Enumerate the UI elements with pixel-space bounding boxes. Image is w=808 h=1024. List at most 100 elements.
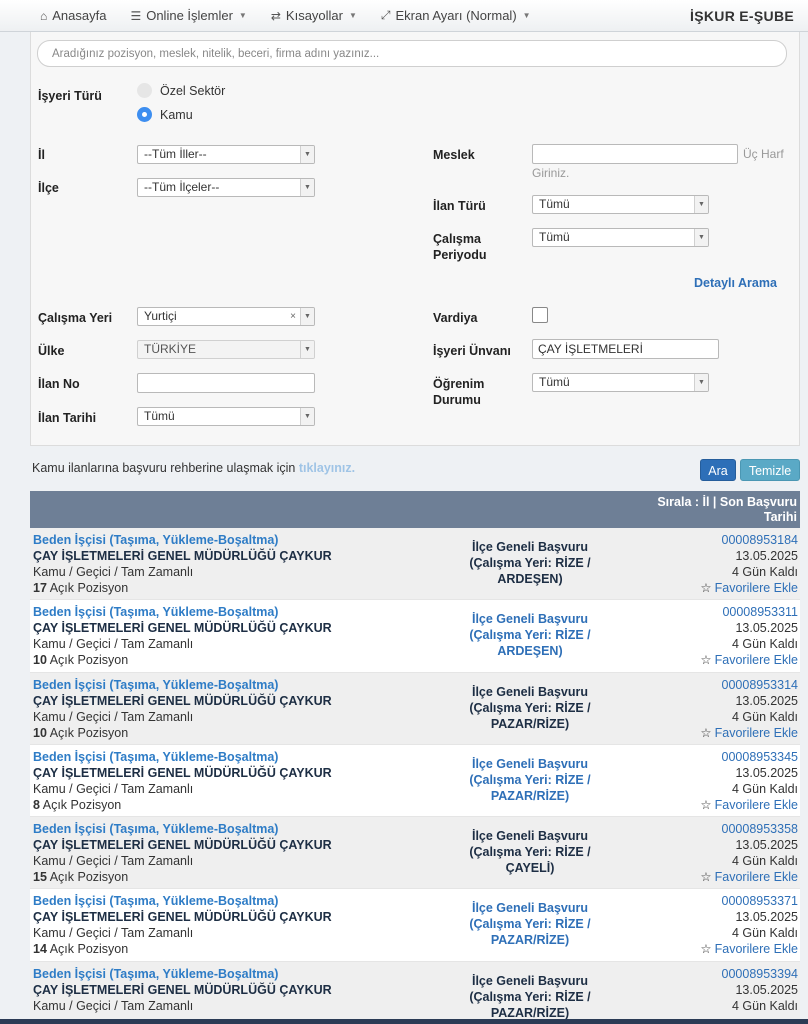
advanced-search-link[interactable]: Detaylı Arama [694,276,777,290]
country-value: TÜRKİYE [144,342,197,356]
nav-shortcuts[interactable]: ⇄ Kısayollar ▼ [259,0,369,32]
job-meta: Kamu / Geçici / Tam Zamanlı [33,854,194,869]
ad-number-link[interactable]: 00008953345 [700,749,798,765]
star-icon: ☆ [700,725,712,740]
country-select: TÜRKİYE ▼ [137,340,315,359]
add-favorite-link[interactable]: ☆ Favorilere Ekle [700,797,798,813]
nav-shortcuts-label: Kısayollar [285,8,343,23]
firm-name: ÇAY İŞLETMELERİ GENEL MÜDÜRLÜĞÜ ÇAYKUR [33,838,332,853]
ad-number-link[interactable]: 00008953184 [700,532,798,548]
home-icon: ⌂ [40,8,48,23]
results-list: Beden İşçisi (Taşıma, Yükleme-Boşaltma) … [30,528,800,1024]
ad-number-link[interactable]: 00008953311 [700,604,798,620]
ad-date-select[interactable]: Tümü ▼ [137,407,315,426]
province-label: İl [38,148,45,162]
clear-button[interactable]: Temizle [740,459,800,481]
district-value: --Tüm İlçeler-- [144,180,220,194]
search-input[interactable] [37,40,787,67]
province-select[interactable]: --Tüm İller-- ▼ [137,145,315,164]
open-positions: 10 Açık Pozisyon [33,725,332,741]
open-positions: 14 Açık Pozisyon [33,941,332,957]
employer-title-input[interactable]: ÇAY İŞLETMELERİ [532,339,719,359]
shift-checkbox[interactable] [532,307,548,323]
period-select[interactable]: Tümü ▼ [532,228,709,247]
apply-scope: İlçe Geneli Başvuru (Çalışma Yeri: RİZE … [450,611,610,659]
firm-name: ÇAY İŞLETMELERİ GENEL MÜDÜRLÜĞÜ ÇAYKUR [33,621,332,636]
search-button[interactable]: Ara [700,459,736,481]
nav-online[interactable]: ☰ Online İşlemler ▼ [118,0,258,32]
job-title-link[interactable]: Beden İşçisi (Taşıma, Yükleme-Boşaltma) [33,677,332,693]
add-favorite-link[interactable]: ☆ Favorilere Ekle [700,652,798,668]
position-label: Açık Pozisyon [49,725,129,740]
add-favorite-link[interactable]: ☆ Favorilere Ekle [700,869,798,885]
job-meta: Kamu / Geçici / Tam Zamanlı [33,637,194,652]
ad-type-select[interactable]: Tümü ▼ [532,195,709,214]
guide-link[interactable]: tıklayınız. [299,461,355,475]
district-select[interactable]: --Tüm İlçeler-- ▼ [137,178,315,197]
chevron-down-icon: ▼ [694,374,708,391]
sort-options-cont[interactable]: Tarihi [30,510,797,525]
filter-panel: İşyeri Türü Özel Sektör Kamu İl --Tüm İl… [30,32,800,446]
nav-home[interactable]: ⌂ Anasayfa [0,0,118,32]
table-row: Beden İşçisi (Taşıma, Yükleme-Boşaltma) … [30,672,800,745]
ad-no-label: İlan No [38,377,80,391]
job-title-link[interactable]: Beden İşçisi (Taşıma, Yükleme-Boşaltma) [33,604,332,620]
radio-private-sector[interactable]: Özel Sektör [137,83,225,98]
job-title-link[interactable]: Beden İşçisi (Taşıma, Yükleme-Boşaltma) [33,821,332,837]
ad-date-label: İlan Tarihi [38,411,97,425]
add-favorite-link[interactable]: ☆ Favorilere Ekle [700,580,798,596]
job-title-link[interactable]: Beden İşçisi (Taşıma, Yükleme-Boşaltma) [33,966,332,982]
apply-scope-2: (Çalışma Yeri: RİZE / [469,628,591,643]
chevron-down-icon: ▼ [300,408,314,425]
deadline-date: 13.05.2025 [735,910,798,925]
deadline-date: 13.05.2025 [735,621,798,636]
open-positions: 15 Açık Pozisyon [33,869,332,885]
guide-text: Kamu ilanlarına başvuru rehberine ulaşma… [32,461,296,475]
job-title-link[interactable]: Beden İşçisi (Taşıma, Yükleme-Boşaltma) [33,532,332,548]
apply-scope: İlçe Geneli Başvuru (Çalışma Yeri: RİZE … [450,539,610,587]
job-title-link[interactable]: Beden İşçisi (Taşıma, Yükleme-Boşaltma) [33,893,332,909]
apply-scope-2: (Çalışma Yeri: RİZE / [469,917,591,932]
nav-online-label: Online İşlemler [146,8,233,23]
days-left: 4 Gün Kaldı [731,637,798,652]
ad-number-link[interactable]: 00008953371 [700,893,798,909]
workplace-label: Çalışma Yeri [38,311,113,325]
table-row: Beden İşçisi (Taşıma, Yükleme-Boşaltma) … [30,744,800,818]
chevron-down-icon: ▼ [348,11,357,20]
apply-scope-2: (Çalışma Yeri: RİZE / [469,700,591,715]
occupation-input[interactable] [532,144,738,164]
workplace-select[interactable]: Yurtiçi × ▼ [137,307,315,326]
add-favorite-link[interactable]: ☆ Favorilere Ekle [700,725,798,741]
position-count: 15 [33,870,47,885]
radio-dot [137,83,152,98]
period-label-a: Çalışma [433,232,481,246]
top-navbar: ⌂ Anasayfa ☰ Online İşlemler ▼ ⇄ Kısayol… [0,0,808,32]
results-header: Sırala : İl | Son Başvuru Tarihi [30,491,800,528]
chevron-down-icon: ▼ [300,341,314,358]
position-count: 10 [33,653,47,668]
ad-number-link[interactable]: 00008953314 [700,677,798,693]
ad-type-value: Tümü [539,197,570,211]
favorite-label: Favorilere Ekle [714,797,798,812]
period-label-b: Periyodu [433,248,487,262]
ad-number-link[interactable]: 00008953358 [700,821,798,837]
clear-icon[interactable]: × [290,308,296,325]
sort-options[interactable]: Sırala : İl | Son Başvuru [30,495,797,510]
add-favorite-link[interactable]: ☆ Favorilere Ekle [700,941,798,957]
ad-number-link[interactable]: 00008953394 [722,966,798,982]
star-icon: ☆ [700,581,712,595]
nav-screen-settings[interactable]: ⤢ Ekran Ayarı (Normal) ▼ [369,0,543,32]
job-meta: Kamu / Geçici / Tam Zamanlı [33,565,194,579]
radio-public-sector[interactable]: Kamu [137,107,193,122]
employer-title-label: İşyeri Ünvanı [433,344,511,358]
chevron-down-icon: ▼ [238,11,247,20]
firm-name: ÇAY İŞLETMELERİ GENEL MÜDÜRLÜĞÜ ÇAYKUR [33,765,332,780]
job-title-link[interactable]: Beden İşçisi (Taşıma, Yükleme-Boşaltma) [33,749,332,765]
firm-name: ÇAY İŞLETMELERİ GENEL MÜDÜRLÜĞÜ ÇAYKUR [33,982,332,997]
education-select[interactable]: Tümü ▼ [532,373,709,392]
position-label: Açık Pozisyon [49,870,129,885]
apply-scope-3: ÇAYELİ) [505,861,555,876]
apply-scope-3: PAZAR/RİZE) [490,716,570,731]
ad-no-input[interactable] [137,373,315,393]
occupation-hint-a: Üç Harf [743,147,784,161]
